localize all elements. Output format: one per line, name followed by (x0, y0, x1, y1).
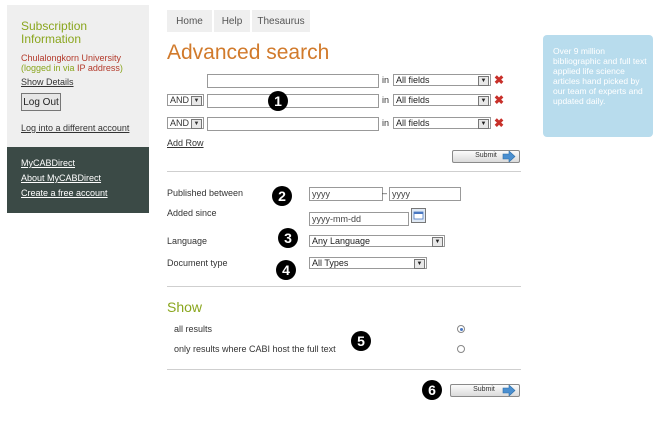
language-value: Any Language (312, 236, 371, 246)
chevron-down-icon: ▼ (432, 237, 443, 247)
divider (167, 369, 521, 370)
document-type-value: All Types (312, 258, 349, 268)
submit-label: Submit (475, 152, 497, 159)
callout-badge-4: 4 (276, 260, 296, 280)
language-label: Language (167, 236, 208, 246)
callout-badge-5: 5 (351, 331, 371, 351)
login-note-prefix: (logged in via (21, 63, 78, 73)
chevron-down-icon: ▼ (478, 76, 489, 86)
login-note-ip: IP address (77, 63, 120, 73)
field-select-value: All fields (396, 95, 430, 105)
login-note: (logged in via IP address) (21, 63, 146, 73)
in-label-2: in (382, 95, 390, 105)
about-mycabdirect-link[interactable]: About MyCABDirect (21, 173, 101, 183)
submit-button-bottom[interactable]: Submit (450, 384, 520, 397)
show-details-link[interactable]: Show Details (21, 77, 74, 87)
tab-home[interactable]: Home (167, 10, 212, 32)
published-from-input[interactable]: yyyy (309, 187, 383, 201)
callout-badge-1: 1 (268, 91, 288, 111)
logout-button[interactable]: Log Out (21, 93, 61, 111)
published-between-label: Published between (167, 188, 244, 198)
operator-select-3[interactable]: AND ▼ (167, 117, 204, 129)
in-label-1: in (382, 75, 390, 85)
range-dash: – (382, 188, 388, 198)
callout-badge-2: 2 (272, 186, 292, 206)
in-label-3: in (382, 118, 390, 128)
field-select-2[interactable]: All fields ▼ (393, 94, 491, 106)
page-title: Advanced search (167, 41, 330, 64)
info-panel-text: Over 9 million bibliographic and full te… (553, 46, 647, 106)
language-select[interactable]: Any Language ▼ (309, 235, 445, 247)
field-select-1[interactable]: All fields ▼ (393, 74, 491, 86)
document-type-label: Document type (167, 258, 228, 268)
document-type-select[interactable]: All Types ▼ (309, 257, 427, 269)
added-since-input[interactable]: yyyy-mm-dd (309, 212, 409, 226)
field-select-value: All fields (396, 118, 430, 128)
radio-all-results[interactable] (457, 325, 465, 333)
institution-info: Chulalongkorn University (logged in via … (21, 53, 146, 73)
log-into-different-account-link[interactable]: Log into a different account (21, 123, 129, 133)
search-term-input-1[interactable] (207, 74, 379, 88)
remove-row-icon[interactable]: ✖ (494, 117, 504, 129)
create-account-link[interactable]: Create a free account (21, 188, 108, 198)
tab-help[interactable]: Help (214, 10, 250, 32)
chevron-down-icon: ▼ (191, 96, 202, 106)
chevron-down-icon: ▼ (414, 259, 425, 269)
arrow-right-icon (502, 151, 516, 162)
arrow-right-icon (502, 385, 516, 396)
institution-name: Chulalongkorn University (21, 53, 122, 63)
operator-value: AND (170, 118, 190, 128)
submit-label: Submit (473, 386, 495, 393)
remove-row-icon[interactable]: ✖ (494, 94, 504, 106)
option-all-results-label: all results (174, 324, 213, 334)
show-section-title: Show (167, 299, 203, 315)
operator-value: AND (170, 95, 190, 105)
subscription-title: Subscription Information (21, 19, 88, 46)
remove-row-icon[interactable]: ✖ (494, 74, 504, 86)
divider (167, 286, 521, 287)
field-select-3[interactable]: All fields ▼ (393, 117, 491, 129)
chevron-down-icon: ▼ (191, 119, 202, 129)
info-panel: Over 9 million bibliographic and full te… (543, 35, 653, 137)
calendar-icon[interactable] (411, 208, 426, 223)
chevron-down-icon: ▼ (478, 119, 489, 129)
callout-badge-3: 3 (278, 228, 298, 248)
field-select-value: All fields (396, 75, 430, 85)
chevron-down-icon: ▼ (478, 96, 489, 106)
operator-select-2[interactable]: AND ▼ (167, 94, 204, 106)
callout-badge-6: 6 (422, 380, 442, 400)
search-term-input-3[interactable] (207, 117, 379, 131)
login-note-suffix: ) (119, 63, 123, 73)
search-term-input-2[interactable] (207, 94, 379, 108)
radio-full-text[interactable] (457, 345, 465, 353)
added-since-label: Added since (167, 208, 217, 218)
divider (167, 171, 521, 172)
add-row-link[interactable]: Add Row (167, 138, 204, 148)
submit-button-top[interactable]: Submit (452, 150, 520, 163)
mycabdirect-link[interactable]: MyCABDirect (21, 158, 75, 168)
tab-thesaurus[interactable]: Thesaurus (252, 10, 310, 32)
option-full-text-label: only results where CABI host the full te… (174, 344, 336, 354)
published-to-input[interactable]: yyyy (389, 187, 461, 201)
